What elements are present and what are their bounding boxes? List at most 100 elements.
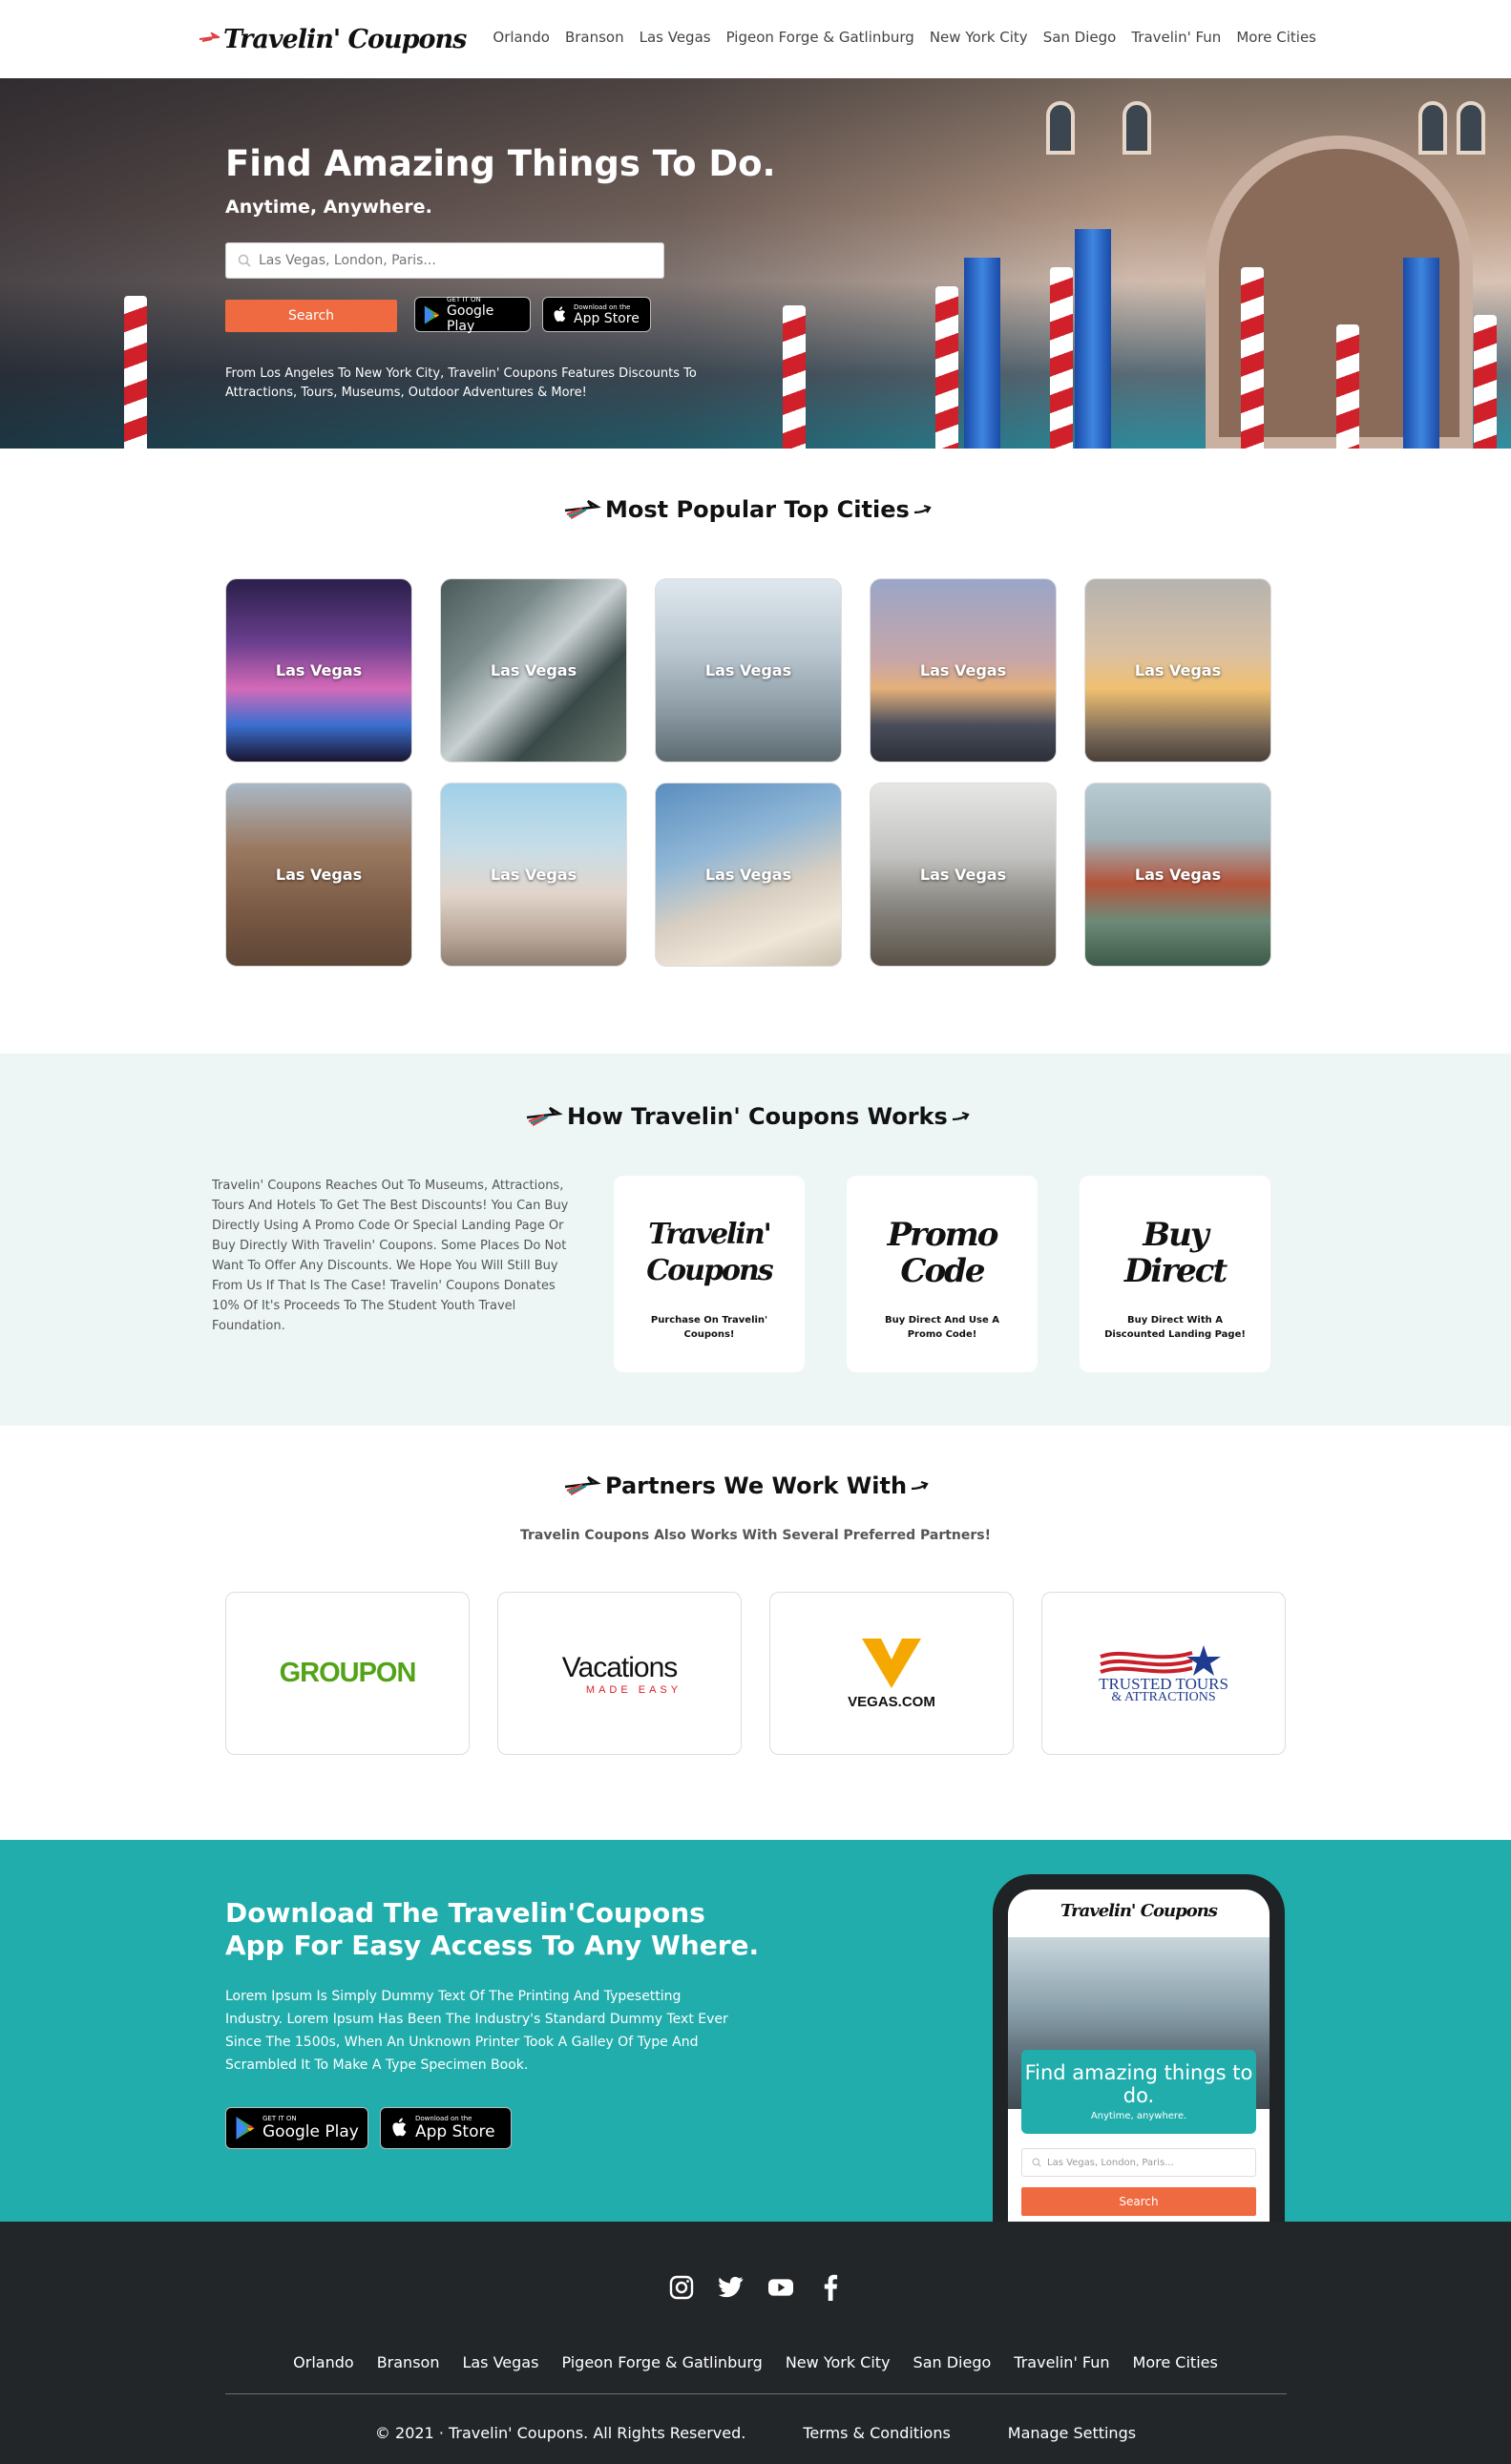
flag-star-icon	[1100, 1644, 1221, 1676]
nav-link-more-cities[interactable]: More Cities	[1236, 29, 1316, 46]
city-card-label: Las Vegas	[919, 866, 1007, 884]
how-card-script: Promo Code	[887, 1216, 999, 1290]
partners-subtitle: Travelin Coupons Also Works With Several…	[520, 1528, 991, 1543]
manage-settings-link[interactable]: Manage Settings	[1008, 2424, 1136, 2442]
logo-text: Travelin' Coupons	[223, 24, 467, 54]
how-card-direct: Buy Direct Buy Direct With A Discounted …	[1080, 1176, 1270, 1372]
google-play-small: GET IT ON	[447, 295, 481, 303]
hero-search-button[interactable]: Search	[225, 300, 397, 332]
city-card[interactable]: Las Vegas	[225, 783, 412, 967]
nav-link-las-vegas[interactable]: Las Vegas	[640, 29, 711, 46]
google-play-label: Google Play	[447, 303, 494, 334]
copyright-text: © 2021 · Travelin' Coupons. All Rights R…	[374, 2424, 746, 2442]
how-card-caption: Buy Direct And Use A Promo Code!	[885, 1315, 999, 1340]
city-card-label: Las Vegas	[919, 661, 1007, 679]
footer-link-pigeon-forge[interactable]: Pigeon Forge & Gatlinburg	[561, 2353, 762, 2371]
nav-link-pigeon-forge[interactable]: Pigeon Forge & Gatlinburg	[726, 29, 914, 46]
city-card-label: Las Vegas	[490, 866, 577, 884]
trusted-tours-logo: TRUSTED TOURS	[1099, 1674, 1228, 1693]
city-card[interactable]: Las Vegas	[655, 783, 842, 967]
how-card-script: Buy Direct	[1123, 1216, 1228, 1290]
partner-vacations-made-easy[interactable]: Vacations MADE EASY	[497, 1592, 742, 1755]
phone-search-button[interactable]: Search	[1021, 2187, 1256, 2216]
google-play-icon	[424, 304, 440, 324]
footer-link-orlando[interactable]: Orlando	[293, 2353, 354, 2371]
city-card-label: Las Vegas	[275, 661, 363, 679]
main-menu: Orlando Branson Las Vegas Pigeon Forge &…	[493, 29, 1316, 46]
footer-link-new-york[interactable]: New York City	[786, 2353, 891, 2371]
footer-link-travelin-fun[interactable]: Travelin' Fun	[1014, 2353, 1109, 2371]
city-card[interactable]: Las Vegas	[655, 578, 842, 762]
download-title: Download The Travelin'Coupons App For Ea…	[225, 1897, 760, 1961]
nav-link-san-diego[interactable]: San Diego	[1043, 29, 1117, 46]
site-logo[interactable]: Travelin' Coupons	[199, 17, 467, 61]
city-card-label: Las Vegas	[1134, 866, 1222, 884]
partner-groupon[interactable]: GROUPON	[225, 1592, 470, 1755]
google-play-badge[interactable]: GET IT ON Google Play	[225, 2107, 368, 2149]
phone-search-input[interactable]: Las Vegas, London, Paris...	[1021, 2148, 1256, 2177]
city-card[interactable]: Las Vegas	[1084, 578, 1271, 762]
partners-title-text: Partners We Work With	[605, 1472, 908, 1499]
twitter-icon[interactable]	[718, 2275, 744, 2300]
hero-subtitle: Anytime, Anywhere.	[225, 197, 432, 218]
partner-vegas-com[interactable]: VEGAS.COM	[769, 1592, 1014, 1755]
nav-link-orlando[interactable]: Orlando	[493, 29, 550, 46]
phone-hero-subtitle: Anytime, anywhere.	[1090, 2111, 1187, 2121]
footer-menu: Orlando Branson Las Vegas Pigeon Forge &…	[0, 2353, 1511, 2371]
app-store-small: Download on the	[415, 2115, 472, 2122]
footer-link-branson[interactable]: Branson	[377, 2353, 440, 2371]
vegas-com-logo: VEGAS.COM	[848, 1694, 935, 1710]
hero-window	[1418, 101, 1447, 155]
footer-link-more-cities[interactable]: More Cities	[1133, 2353, 1218, 2371]
google-play-small: GET IT ON	[262, 2115, 297, 2122]
popular-title-text: Most Popular Top Cities	[605, 496, 910, 523]
hero-window	[1123, 101, 1151, 155]
city-card-label: Las Vegas	[490, 661, 577, 679]
google-play-badge[interactable]: GET IT ON Google Play	[414, 295, 531, 334]
download-app-section: Download The Travelin'Coupons App For Ea…	[0, 1840, 1511, 2222]
hero-pillar	[1075, 229, 1111, 449]
nav-link-travelin-fun[interactable]: Travelin' Fun	[1131, 29, 1221, 46]
google-play-label: Google Play	[262, 2122, 359, 2141]
hero-pillar	[964, 258, 1000, 449]
app-store-badge[interactable]: Download on the App Store	[380, 2107, 512, 2149]
how-card-purchase: Travelin' Coupons Purchase On Travelin' …	[614, 1176, 805, 1372]
phone-mockup: Travelin' Coupons Find amazing things to…	[993, 1874, 1285, 2222]
footer-link-las-vegas[interactable]: Las Vegas	[462, 2353, 538, 2371]
app-store-badge[interactable]: Download on the App Store	[542, 297, 651, 332]
youtube-icon[interactable]	[767, 2275, 793, 2300]
city-card[interactable]: Las Vegas	[225, 578, 412, 762]
hero-banner: Find Amazing Things To Do. Anytime, Anyw…	[0, 78, 1511, 449]
city-card[interactable]: Las Vegas	[440, 578, 627, 762]
hero-pole	[124, 296, 147, 449]
footer: Orlando Branson Las Vegas Pigeon Forge &…	[0, 2222, 1511, 2464]
hero-pole	[1241, 267, 1264, 449]
search-icon	[238, 254, 251, 267]
social-links	[0, 2274, 1511, 2301]
plane-icon	[526, 1106, 563, 1127]
footer-bottom-bar: © 2021 · Travelin' Coupons. All Rights R…	[0, 2424, 1511, 2442]
city-card[interactable]: Las Vegas	[440, 783, 627, 967]
plane-icon	[564, 1475, 601, 1496]
terms-link[interactable]: Terms & Conditions	[803, 2424, 950, 2442]
nav-link-branson[interactable]: Branson	[565, 29, 624, 46]
phone-search-placeholder: Las Vegas, London, Paris...	[1047, 2157, 1174, 2168]
footer-divider	[225, 2393, 1287, 2394]
city-card-label: Las Vegas	[704, 866, 792, 884]
nav-link-new-york[interactable]: New York City	[930, 29, 1028, 46]
made-easy-logo: MADE EASY	[585, 1683, 682, 1696]
city-card[interactable]: Las Vegas	[870, 578, 1057, 762]
city-card-label: Las Vegas	[1134, 661, 1222, 679]
app-store-label: App Store	[574, 310, 640, 326]
hero-search-input[interactable]	[259, 253, 640, 268]
footer-link-san-diego[interactable]: San Diego	[913, 2353, 992, 2371]
download-text: Lorem Ipsum Is Simply Dummy Text Of The …	[225, 1989, 728, 2073]
city-card[interactable]: Las Vegas	[1084, 783, 1271, 967]
city-card[interactable]: Las Vegas	[870, 783, 1057, 967]
vegas-v-icon	[862, 1639, 921, 1688]
instagram-icon[interactable]	[669, 2275, 694, 2300]
hero-search-box[interactable]	[225, 242, 664, 279]
plane-icon	[199, 32, 220, 42]
facebook-icon[interactable]	[818, 2274, 843, 2301]
partner-trusted-tours[interactable]: TRUSTED TOURS & ATTRACTIONS	[1041, 1592, 1286, 1755]
